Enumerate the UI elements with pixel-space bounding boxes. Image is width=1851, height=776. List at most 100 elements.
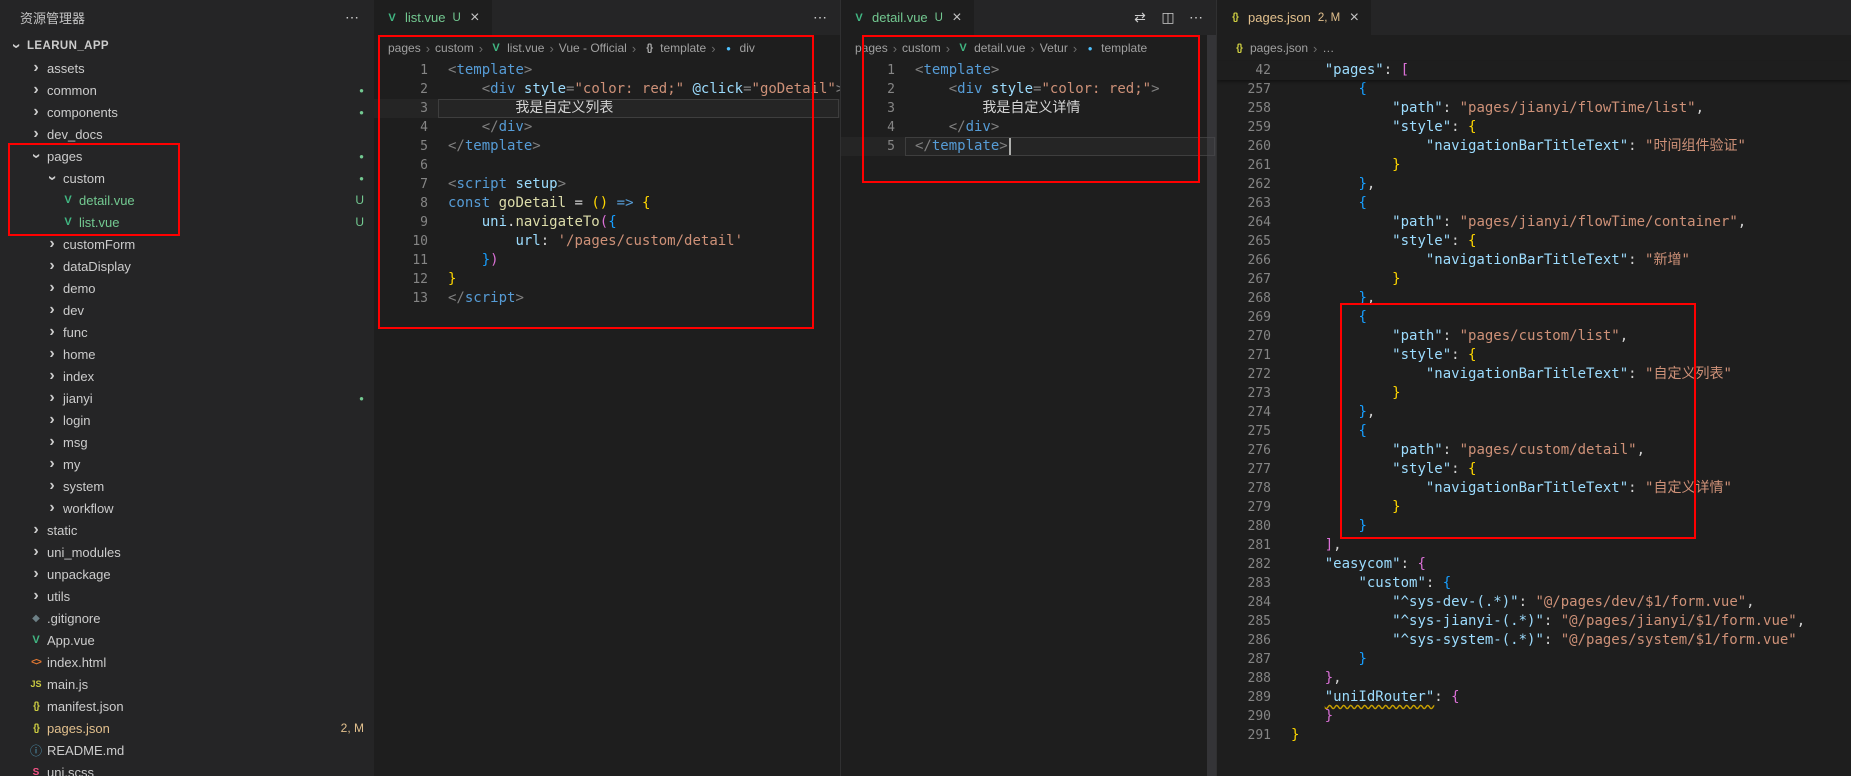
breadcrumb-item-template[interactable]: {}template (641, 41, 706, 55)
breadcrumb-item-template[interactable]: ●template (1082, 41, 1147, 55)
tree-folder-dev_docs[interactable]: ›dev_docs (0, 123, 374, 145)
code-area[interactable]: 1<template>2 <div style="color: red;">3 … (841, 61, 1216, 156)
line-content: "pages": [ (1291, 61, 1409, 80)
tree-folder-home[interactable]: ›home (0, 343, 374, 365)
tree-folder-custom[interactable]: ›custom● (0, 167, 374, 189)
tree-item-label: index.html (47, 655, 106, 670)
tree-item-label: common (47, 83, 97, 98)
tree-folder-login[interactable]: ›login (0, 409, 374, 431)
code-line: 280 } (1217, 517, 1851, 536)
line-number: 263 (1217, 194, 1271, 213)
tree-file-App.vue[interactable]: VApp.vue (0, 629, 374, 651)
chevron-down-icon: › (8, 38, 24, 54)
editor-pane-pages-json: {}pages.json2, M×{}pages.json›…42 "pages… (1216, 0, 1851, 776)
chevron-right-icon: › (28, 522, 44, 538)
tab-detail.vue[interactable]: Vdetail.vueU× (841, 0, 974, 35)
code-line: 269 { (1217, 308, 1851, 327)
tree-folder-common[interactable]: ›common● (0, 79, 374, 101)
tree-folder-system[interactable]: ›system (0, 475, 374, 497)
tab-list.vue[interactable]: Vlist.vueU× (374, 0, 492, 35)
tree-folder-func[interactable]: ›func (0, 321, 374, 343)
close-icon[interactable]: × (466, 9, 484, 27)
tree-folder-dataDisplay[interactable]: ›dataDisplay (0, 255, 374, 277)
code-area[interactable]: 42 "pages": [257 {258 "path": "pages/jia… (1217, 61, 1851, 745)
tree-folder-my[interactable]: ›my (0, 453, 374, 475)
chevron-right-icon: › (28, 566, 44, 582)
tree-file-README.md[interactable]: ⓘREADME.md (0, 739, 374, 761)
line-number: 262 (1217, 175, 1271, 194)
tree-file-manifest.json[interactable]: {}manifest.json (0, 695, 374, 717)
line-content: } (1291, 498, 1401, 517)
tree-root-project[interactable]: › LEARUN_APP (0, 35, 374, 57)
tree-folder-assets[interactable]: ›assets (0, 57, 374, 79)
breadcrumb-item-custom[interactable]: custom (902, 41, 941, 55)
tree-folder-static[interactable]: ›static (0, 519, 374, 541)
tree-folder-workflow[interactable]: ›workflow (0, 497, 374, 519)
tree-folder-utils[interactable]: ›utils (0, 585, 374, 607)
json-file-icon: {} (28, 701, 44, 712)
tree-folder-customForm[interactable]: ›customForm (0, 233, 374, 255)
line-number: 5 (841, 137, 895, 156)
breadcrumb-item-list.vue[interactable]: Vlist.vue (488, 41, 544, 55)
breadcrumb-item-…[interactable]: … (1322, 41, 1334, 55)
tree-file-uni.scss[interactable]: Suni.scss (0, 761, 374, 776)
breadcrumb-label: pages (388, 41, 421, 55)
line-number: 3 (841, 99, 895, 118)
split-editor-icon[interactable]: ◫ (1160, 9, 1176, 26)
line-content: ], (1291, 536, 1342, 555)
more-actions-icon[interactable]: ⋯ (344, 9, 360, 26)
more-actions-icon[interactable]: ⋯ (1188, 9, 1204, 26)
tree-item-label: assets (47, 61, 85, 76)
line-content: }, (1291, 175, 1375, 194)
json-file-icon: {} (1231, 43, 1247, 54)
tree-folder-dev[interactable]: ›dev (0, 299, 374, 321)
tree-file-pages.json[interactable]: {}pages.json2, M (0, 717, 374, 739)
line-number: 267 (1217, 270, 1271, 289)
close-icon[interactable]: × (1345, 9, 1363, 27)
breadcrumb-item-detail.vue[interactable]: Vdetail.vue (955, 41, 1025, 55)
code-line: 8const goDetail = () => { (374, 194, 840, 213)
tree-folder-uni_modules[interactable]: ›uni_modules (0, 541, 374, 563)
breadcrumb-item-pages.json[interactable]: {}pages.json (1231, 41, 1308, 55)
tree-folder-unpackage[interactable]: ›unpackage (0, 563, 374, 585)
code-line: 12} (374, 270, 840, 289)
line-number: 287 (1217, 650, 1271, 669)
breadcrumb-item-pages[interactable]: pages (388, 41, 421, 55)
tree-folder-demo[interactable]: ›demo (0, 277, 374, 299)
git-file-icon: ◆ (28, 613, 44, 624)
tree-folder-jianyi[interactable]: ›jianyi● (0, 387, 374, 409)
tree-file-.gitignore[interactable]: ◆.gitignore (0, 607, 374, 629)
compare-changes-icon[interactable]: ⇄ (1132, 9, 1148, 26)
tab-pages.json[interactable]: {}pages.json2, M× (1217, 0, 1371, 35)
code-line: 287 } (1217, 650, 1851, 669)
tree-file-detail.vue[interactable]: Vdetail.vueU (0, 189, 374, 211)
line-content: "path": "pages/jianyi/flowTime/container… (1291, 213, 1746, 232)
breadcrumb-item-custom[interactable]: custom (435, 41, 474, 55)
breadcrumb-item-Vetur[interactable]: Vetur (1040, 41, 1068, 55)
breadcrumb-item-pages[interactable]: pages (855, 41, 888, 55)
line-number: 265 (1217, 232, 1271, 251)
code-area[interactable]: 1<template>2 <div style="color: red;" @c… (374, 61, 840, 308)
more-actions-icon[interactable]: ⋯ (812, 9, 828, 26)
git-status-badge: 2, M (1318, 12, 1340, 24)
tree-folder-components[interactable]: ›components● (0, 101, 374, 123)
close-icon[interactable]: × (948, 9, 966, 27)
line-content: { (1291, 422, 1367, 441)
tree-file-index.html[interactable]: <>index.html (0, 651, 374, 673)
line-content: "path": "pages/jianyi/flowTime/list", (1291, 99, 1704, 118)
line-number: 12 (374, 270, 428, 289)
breadcrumb-label: template (1101, 41, 1147, 55)
line-content: </template> (448, 137, 541, 156)
tree-folder-index[interactable]: ›index (0, 365, 374, 387)
breadcrumb-label: template (660, 41, 706, 55)
tree-file-list.vue[interactable]: Vlist.vueU (0, 211, 374, 233)
breadcrumb-item-Vue - Official[interactable]: Vue - Official (559, 41, 627, 55)
tree-item-label: custom (63, 171, 105, 186)
chevron-right-icon: › (28, 60, 44, 76)
tree-file-main.js[interactable]: JSmain.js (0, 673, 374, 695)
tree-folder-msg[interactable]: ›msg (0, 431, 374, 453)
breadcrumb-item-div[interactable]: ●div (721, 41, 755, 55)
code-line: 5</template> (374, 137, 840, 156)
tree-item-label: manifest.json (47, 699, 124, 714)
tree-folder-pages[interactable]: ›pages● (0, 145, 374, 167)
